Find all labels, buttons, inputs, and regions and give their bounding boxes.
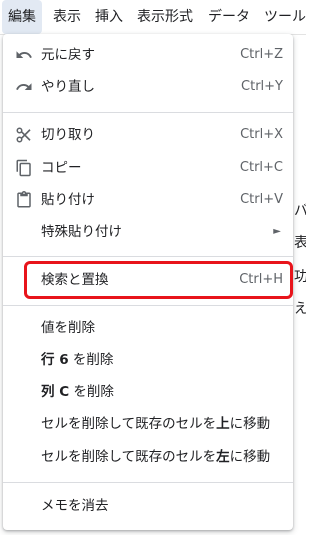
label-post: に移動: [229, 416, 271, 432]
menu-item-redo[interactable]: やり直し Ctrl+Y: [3, 72, 293, 102]
label-pre: セルを削除して既存のセルを: [41, 449, 217, 465]
row-delete-suffix: を削除: [68, 352, 114, 368]
direction-up: 上: [216, 416, 230, 432]
menu-item-label: やり直し: [41, 79, 95, 95]
menu-item-paste[interactable]: 貼り付け Ctrl+V: [3, 185, 293, 215]
highlight-annotation: [24, 261, 293, 299]
menu-bar: 編集 表示 挿入 表示形式 データ ツール: [0, 0, 306, 35]
menu-item-label: コピー: [41, 160, 82, 176]
menu-item-delete-values[interactable]: 値を削除: [3, 313, 293, 343]
row-ref: 行 6: [41, 352, 69, 368]
menu-item-delete-row[interactable]: 行 6 を削除: [3, 345, 293, 375]
menu-insert[interactable]: 挿入: [89, 0, 129, 34]
shortcut-label: Ctrl+Y: [241, 79, 283, 94]
scissors-icon: [16, 127, 31, 143]
label-pre: セルを削除して既存のセルを: [41, 416, 217, 432]
redo-icon: [16, 83, 32, 90]
menu-item-label: 特殊貼り付け: [41, 224, 122, 240]
menu-view[interactable]: 表示: [47, 0, 87, 34]
menu-item-label: 元に戻す: [41, 47, 95, 63]
sheet-fragment-4: え: [294, 301, 306, 317]
shortcut-label: Ctrl+V: [240, 192, 283, 207]
menu-item-clear-notes[interactable]: メモを消去: [3, 491, 293, 521]
sheet-fragment-3: 功: [294, 269, 306, 285]
shortcut-label: Ctrl+Z: [240, 47, 283, 62]
column-ref: 列 C: [41, 384, 70, 400]
column-delete-suffix: を削除: [69, 384, 114, 400]
menu-item-label: 行 6 を削除: [41, 345, 113, 375]
menu-divider: [3, 112, 293, 113]
menu-item-label: 貼り付け: [41, 192, 95, 208]
menu-item-delete-cells-shift-up[interactable]: セルを削除して既存のセルを上に移動: [3, 409, 293, 439]
shortcut-label: Ctrl+C: [239, 160, 283, 175]
menu-divider: [3, 482, 293, 483]
direction-left: 左: [216, 449, 230, 465]
sheet-fragment-1: バ: [294, 203, 306, 219]
menu-item-delete-column[interactable]: 列 C を削除: [3, 377, 293, 407]
shortcut-label: Ctrl+X: [240, 127, 283, 142]
menu-divider: [3, 305, 293, 306]
menu-divider: [3, 256, 293, 257]
menu-item-delete-cells-shift-left[interactable]: セルを削除して既存のセルを左に移動: [3, 442, 293, 472]
copy-icon: [16, 159, 31, 177]
menu-item-label: 切り取り: [41, 127, 95, 143]
menu-item-undo[interactable]: 元に戻す Ctrl+Z: [3, 40, 293, 70]
submenu-arrow-icon: ►: [273, 226, 281, 237]
menu-item-label: セルを削除して既存のセルを左に移動: [41, 442, 270, 472]
menu-item-label: 列 C を削除: [41, 377, 114, 407]
sheet-fragment-2: 表: [294, 235, 306, 251]
undo-icon: [16, 51, 32, 58]
menu-format[interactable]: 表示形式: [131, 0, 199, 34]
label-post: に移動: [229, 449, 271, 465]
menu-item-cut[interactable]: 切り取り Ctrl+X: [3, 120, 293, 150]
menu-data[interactable]: データ: [202, 0, 256, 34]
menu-item-label: 値を削除: [41, 320, 95, 336]
menu-item-paste-special[interactable]: 特殊貼り付け ►: [3, 217, 293, 247]
clipboard-icon: [17, 191, 31, 208]
menu-edit[interactable]: 編集: [2, 0, 42, 34]
menu-tools[interactable]: ツール: [258, 0, 312, 34]
menu-item-label: セルを削除して既存のセルを上に移動: [41, 409, 270, 439]
menu-item-label: メモを消去: [41, 498, 109, 514]
menu-item-copy[interactable]: コピー Ctrl+C: [3, 153, 293, 183]
